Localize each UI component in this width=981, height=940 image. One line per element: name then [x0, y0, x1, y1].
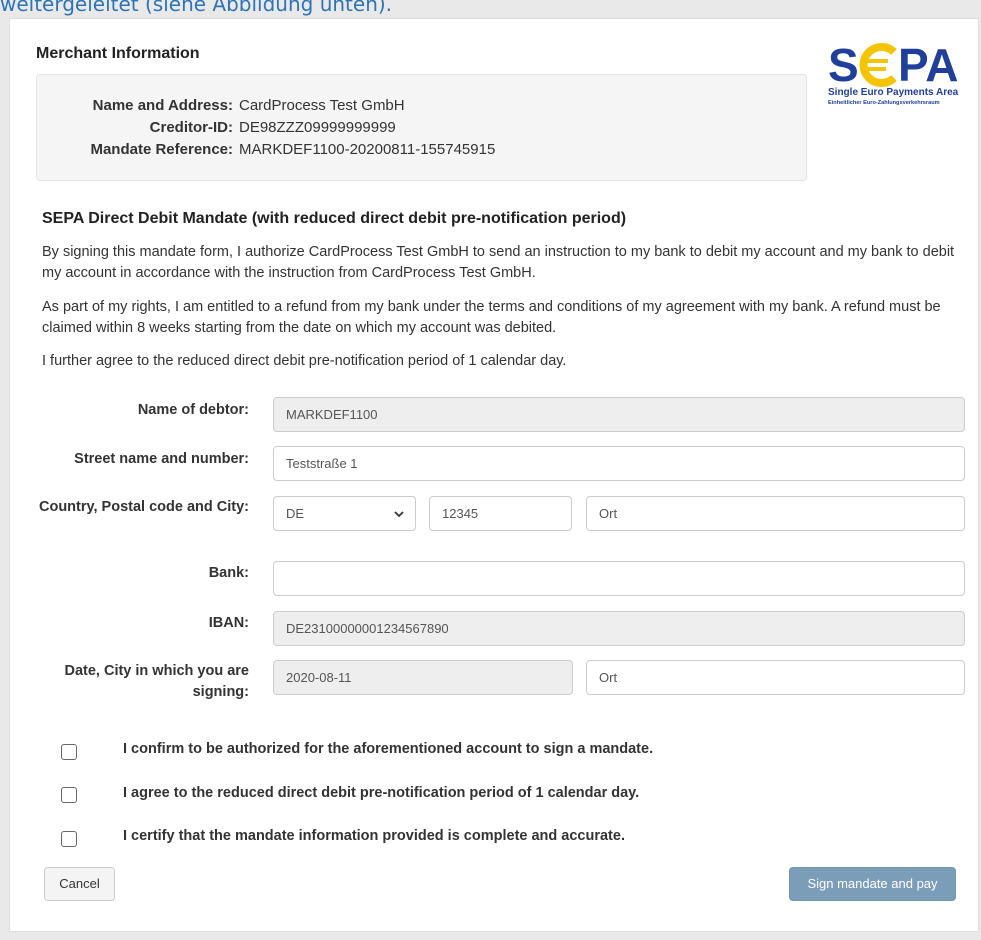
signing-city-field[interactable]: Ort [586, 660, 965, 695]
confirm-authorized-checkbox[interactable] [61, 744, 77, 760]
creditor-id-value: DE98ZZZ09999999999 [239, 119, 396, 136]
country-postal-city-label: Country, Postal code and City: [38, 499, 249, 515]
merchant-info-title: Merchant Information [36, 45, 200, 62]
mandate-paragraph-authorize: By signing this mandate form, I authoriz… [42, 244, 955, 281]
country-select-value: DE [286, 506, 305, 521]
certify-information-label[interactable]: I certify that the mandate information p… [123, 828, 625, 844]
svg-text:S: S [828, 39, 859, 91]
creditor-id-label: Creditor-ID: [149, 119, 233, 136]
agree-prenotification-checkbox[interactable] [61, 787, 77, 803]
street-field[interactable]: Teststraße 1 [273, 446, 965, 481]
mandate-reference-label: Mandate Reference: [90, 141, 233, 158]
merchant-info-box: Name and Address: CardProcess Test GmbH … [36, 74, 807, 181]
mandate-title: SEPA Direct Debit Mandate (with reduced … [42, 210, 627, 227]
svg-text:Einheitlicher Euro-Zahlungsver: Einheitlicher Euro-Zahlungsverkehrsraum [828, 100, 940, 106]
agree-prenotification-label[interactable]: I agree to the reduced direct debit pre-… [123, 785, 639, 801]
mandate-reference-value: MARKDEF1100-20200811-155745915 [239, 141, 496, 158]
iban-field[interactable]: DE23100000001234567890 [273, 611, 965, 646]
chevron-down-icon [394, 511, 404, 518]
sign-mandate-button[interactable]: Sign mandate and pay [789, 867, 956, 901]
document-caption: weitergeleitet (siehe Abbildung unten). [0, 0, 393, 16]
svg-text:Single Euro Payments Area: Single Euro Payments Area [828, 87, 959, 98]
mandate-paragraph-prenotification: I further agree to the reduced direct de… [42, 353, 567, 369]
debtor-name-field[interactable]: MARKDEF1100 [273, 397, 965, 432]
bank-label: Bank: [208, 565, 249, 581]
country-select[interactable]: DE [273, 496, 416, 531]
postal-code-field[interactable]: 12345 [429, 496, 572, 531]
merchant-name-label: Name and Address: [92, 97, 233, 114]
date-city-label: Date, City in which you are signing: [64, 663, 249, 700]
iban-label: IBAN: [208, 615, 249, 631]
mandate-paragraph-refund: As part of my rights, I am entitled to a… [42, 299, 941, 336]
debtor-name-label: Name of debtor: [137, 402, 249, 418]
mandate-panel: Merchant Information S PA Single Euro Pa… [9, 18, 979, 932]
sepa-logo: S PA Single Euro Payments Area Einheitli… [822, 34, 970, 114]
merchant-name-value: CardProcess Test GmbH [239, 97, 405, 114]
signing-date-field[interactable]: 2020-08-11 [273, 660, 573, 695]
confirm-authorized-label[interactable]: I confirm to be authorized for the afore… [123, 741, 653, 757]
street-label: Street name and number: [74, 451, 249, 467]
svg-text:PA: PA [898, 39, 959, 91]
cancel-button[interactable]: Cancel [44, 867, 115, 901]
city-field[interactable]: Ort [586, 496, 965, 531]
certify-information-checkbox[interactable] [61, 831, 77, 847]
bank-field[interactable] [273, 561, 965, 596]
